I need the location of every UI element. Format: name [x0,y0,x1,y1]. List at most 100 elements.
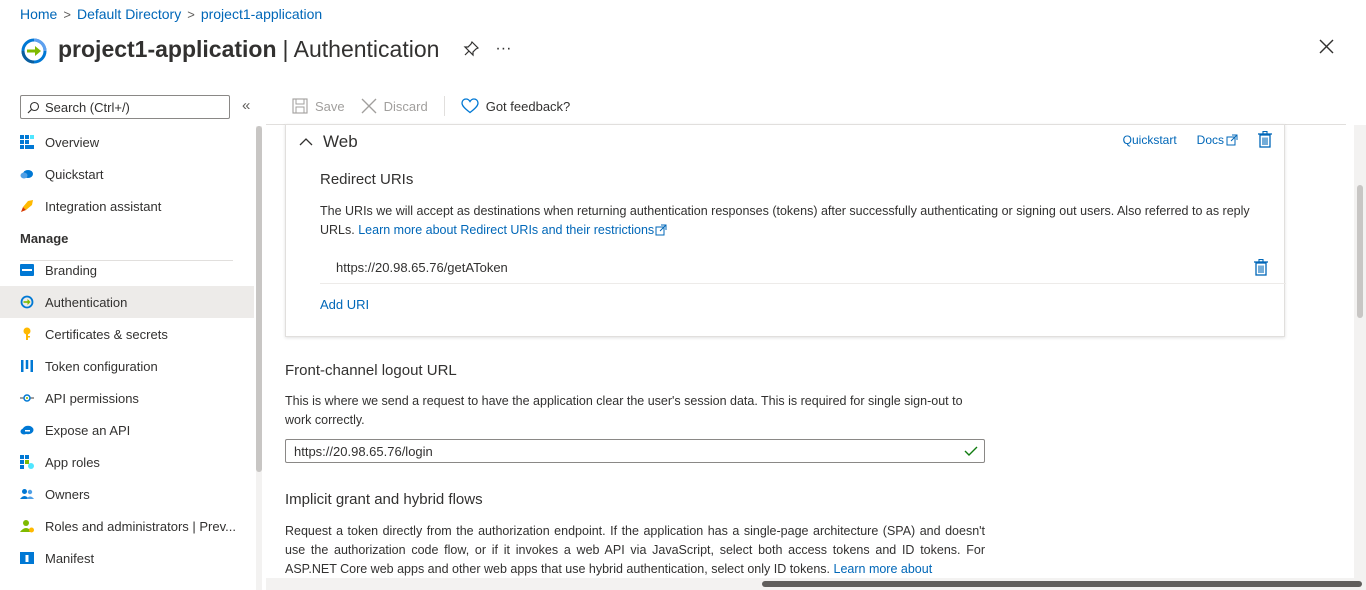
web-section-title: Web [323,132,358,151]
web-section-links: Quickstart Docs [1123,131,1272,148]
command-bar: Save Discard Got feedback? [292,96,586,116]
redirect-uri-row[interactable]: https://20.98.65.76/getAToken [320,252,1286,284]
feedback-label: Got feedback? [485,98,571,114]
web-section-header[interactable]: Web [299,132,358,152]
page-subtitle: | Authentication [282,35,440,62]
sidebar-item-label: Integration assistant [45,198,162,214]
implicit-grant-description: Request a token directly from the author… [285,522,985,579]
delete-uri-icon[interactable] [1254,259,1268,276]
redirect-uris-title: Redirect URIs [320,171,414,188]
sidebar-search-input[interactable] [45,99,215,115]
main-horizontal-scrollbar[interactable] [266,578,1366,590]
delete-platform-icon[interactable] [1258,131,1272,148]
chevron-up-icon[interactable] [299,137,313,147]
roles-admin-icon [20,519,34,533]
implicit-grant-learn-more-link[interactable]: Learn more about [834,562,933,576]
sidebar-nav: Overview Quickstart Integration assistan… [0,126,254,574]
sidebar-item-label: API permissions [45,390,139,406]
discard-button[interactable]: Discard [361,98,428,114]
sidebar-divider [20,260,233,261]
sidebar-item-label: Token configuration [45,358,158,374]
sidebar-item-label: Owners [45,486,90,502]
breadcrumb-home[interactable]: Home [20,6,57,22]
redirect-uris-description: The URIs we will accept as destinations … [320,202,1260,240]
breadcrumb-app[interactable]: project1-application [201,6,322,22]
checkmark-icon [964,446,978,456]
logout-url-field[interactable] [285,439,985,463]
save-label: Save [315,98,345,114]
sidebar-item-api-permissions[interactable]: API permissions [0,382,254,414]
sidebar-item-label: Expose an API [45,422,131,438]
sidebar-item-authentication[interactable]: Authentication [0,286,254,318]
close-icon[interactable] [1316,36,1338,58]
sidebar-search[interactable] [20,95,230,119]
breadcrumb: Home > Default Directory > project1-appl… [20,6,322,22]
sidebar-item-label: Overview [45,134,100,150]
breadcrumb-separator: > [63,6,71,22]
key-icon [20,327,34,341]
sidebar-item-manifest[interactable]: Manifest [0,542,254,574]
discard-label: Discard [383,98,428,114]
sidebar-item-label: Authentication [45,294,128,310]
feedback-button[interactable]: Got feedback? [461,98,571,114]
redirect-uris-link-label: Learn more about Redirect URIs and their… [358,223,655,237]
sidebar-item-overview[interactable]: Overview [0,126,254,158]
sidebar-item-label: Certificates & secrets [45,326,168,342]
sidebar-item-quickstart[interactable]: Quickstart [0,158,254,190]
sidebar-item-app-roles[interactable]: App roles [0,446,254,478]
main-vertical-scrollbar[interactable] [1354,125,1366,578]
sidebar-item-branding[interactable]: Branding [0,254,254,286]
app-roles-icon [20,455,34,469]
sidebar-item-owners[interactable]: Owners [0,478,254,510]
save-icon [292,98,308,114]
implicit-grant-title: Implicit grant and hybrid flows [285,491,483,508]
sidebar-item-roles-administrators[interactable]: Roles and administrators | Prev... [0,510,254,542]
save-button[interactable]: Save [292,98,345,114]
sidebar-item-expose-an-api[interactable]: Expose an API [0,414,254,446]
page-title: project1-application [58,35,277,62]
breadcrumb-directory[interactable]: Default Directory [77,6,181,22]
rocket-icon [20,199,34,213]
external-link-icon [655,224,667,236]
main-vertical-scrollbar-thumb[interactable] [1357,185,1363,318]
cloud-api-icon [20,423,34,437]
sidebar-item-label: App roles [45,454,100,470]
page-header: project1-application | Authentication ··… [20,33,511,65]
sidebar-item-label: Branding [45,262,98,278]
more-options-button[interactable]: ··· [495,40,511,58]
sidebar-section-manage: Manage [20,230,69,246]
sidebar-item-label: Roles and administrators | Prev... [45,518,236,534]
search-icon [27,101,40,113]
pin-icon[interactable] [463,41,480,57]
sidebar-item-certificates-secrets[interactable]: Certificates & secrets [0,318,254,350]
overview-grid-icon [20,135,34,149]
sidebar-item-token-configuration[interactable]: Token configuration [0,350,254,382]
sidebar-scrollbar[interactable] [256,126,262,590]
logout-url-description: This is where we send a request to have … [285,394,963,427]
breadcrumb-separator: > [187,6,195,22]
quickstart-cloud-icon [20,167,34,181]
authentication-icon [20,295,34,309]
external-link-icon [1226,134,1238,145]
token-bars-icon [20,359,34,373]
docs-link[interactable]: Docs [1197,133,1238,147]
branding-icon [20,263,34,277]
logout-url-input[interactable] [294,443,954,459]
sidebar-item-label: Quickstart [45,166,104,182]
main-horizontal-scrollbar-thumb[interactable] [762,581,1362,587]
sidebar-item-label: Manifest [45,550,95,566]
api-permissions-icon [20,391,34,405]
add-uri-link[interactable]: Add URI [320,297,369,312]
sidebar: « Overview Quickstart Integration assist… [0,92,266,590]
app-registration-icon [21,38,47,64]
sidebar-scrollbar-thumb[interactable] [256,126,262,472]
sidebar-item-integration-assistant[interactable]: Integration assistant [0,190,254,222]
redirect-uris-learn-more-link[interactable]: Learn more about Redirect URIs and their… [358,223,667,237]
logout-url-title: Front-channel logout URL [285,362,457,379]
web-platform-card: Web Quickstart Docs Redirect URIs The UR… [285,124,1286,337]
manifest-icon [20,551,34,565]
quickstart-link[interactable]: Quickstart [1123,133,1177,147]
collapse-sidebar-button[interactable]: « [242,97,250,114]
toolbar-divider [443,96,445,116]
redirect-uri-value[interactable]: https://20.98.65.76/getAToken [336,260,508,275]
